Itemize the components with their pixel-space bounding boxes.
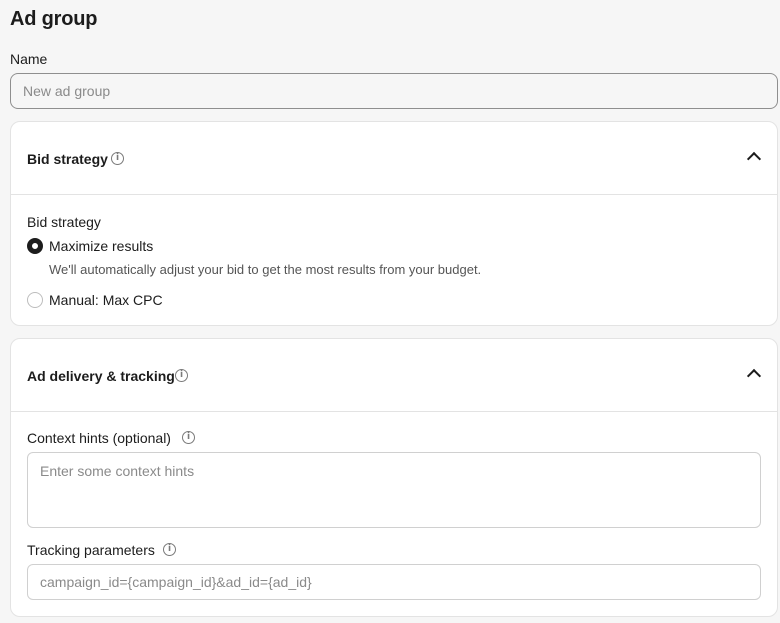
radio-description: We'll automatically adjust your bid to g…: [49, 262, 482, 277]
radio-label-maximize-results[interactable]: Maximize results: [49, 238, 153, 254]
radio-manual-max-cpc[interactable]: [27, 292, 43, 308]
name-input[interactable]: [10, 73, 778, 109]
info-icon[interactable]: i: [111, 152, 124, 165]
context-hints-label: Context hints (optional): [27, 430, 171, 446]
bid-strategy-header[interactable]: Bid strategy i: [11, 122, 777, 195]
ad-delivery-card: Ad delivery & tracking i Context hints (…: [10, 338, 778, 617]
chevron-up-icon[interactable]: [746, 368, 762, 384]
ad-group-page: Ad group Name Bid strategy i Bid strateg…: [0, 0, 780, 623]
context-hints-textarea[interactable]: [27, 452, 761, 528]
radio-label-manual-max-cpc[interactable]: Manual: Max CPC: [49, 292, 163, 308]
page-title: Ad group: [10, 8, 98, 30]
ad-delivery-header[interactable]: Ad delivery & tracking i: [11, 339, 777, 412]
info-icon[interactable]: i: [175, 369, 188, 382]
info-icon[interactable]: i: [182, 431, 195, 444]
bid-strategy-card: Bid strategy i Bid strategy Maximize res…: [10, 121, 778, 326]
bid-strategy-label: Bid strategy: [27, 214, 101, 230]
chevron-up-icon[interactable]: [746, 151, 762, 167]
tracking-parameters-input[interactable]: [27, 564, 761, 600]
name-label: Name: [10, 51, 48, 67]
radio-maximize-results[interactable]: [27, 238, 43, 254]
tracking-parameters-label: Tracking parameters: [27, 542, 155, 558]
ad-delivery-title: Ad delivery & tracking: [27, 368, 175, 384]
info-icon[interactable]: i: [163, 543, 176, 556]
bid-strategy-title: Bid strategy: [27, 151, 108, 167]
